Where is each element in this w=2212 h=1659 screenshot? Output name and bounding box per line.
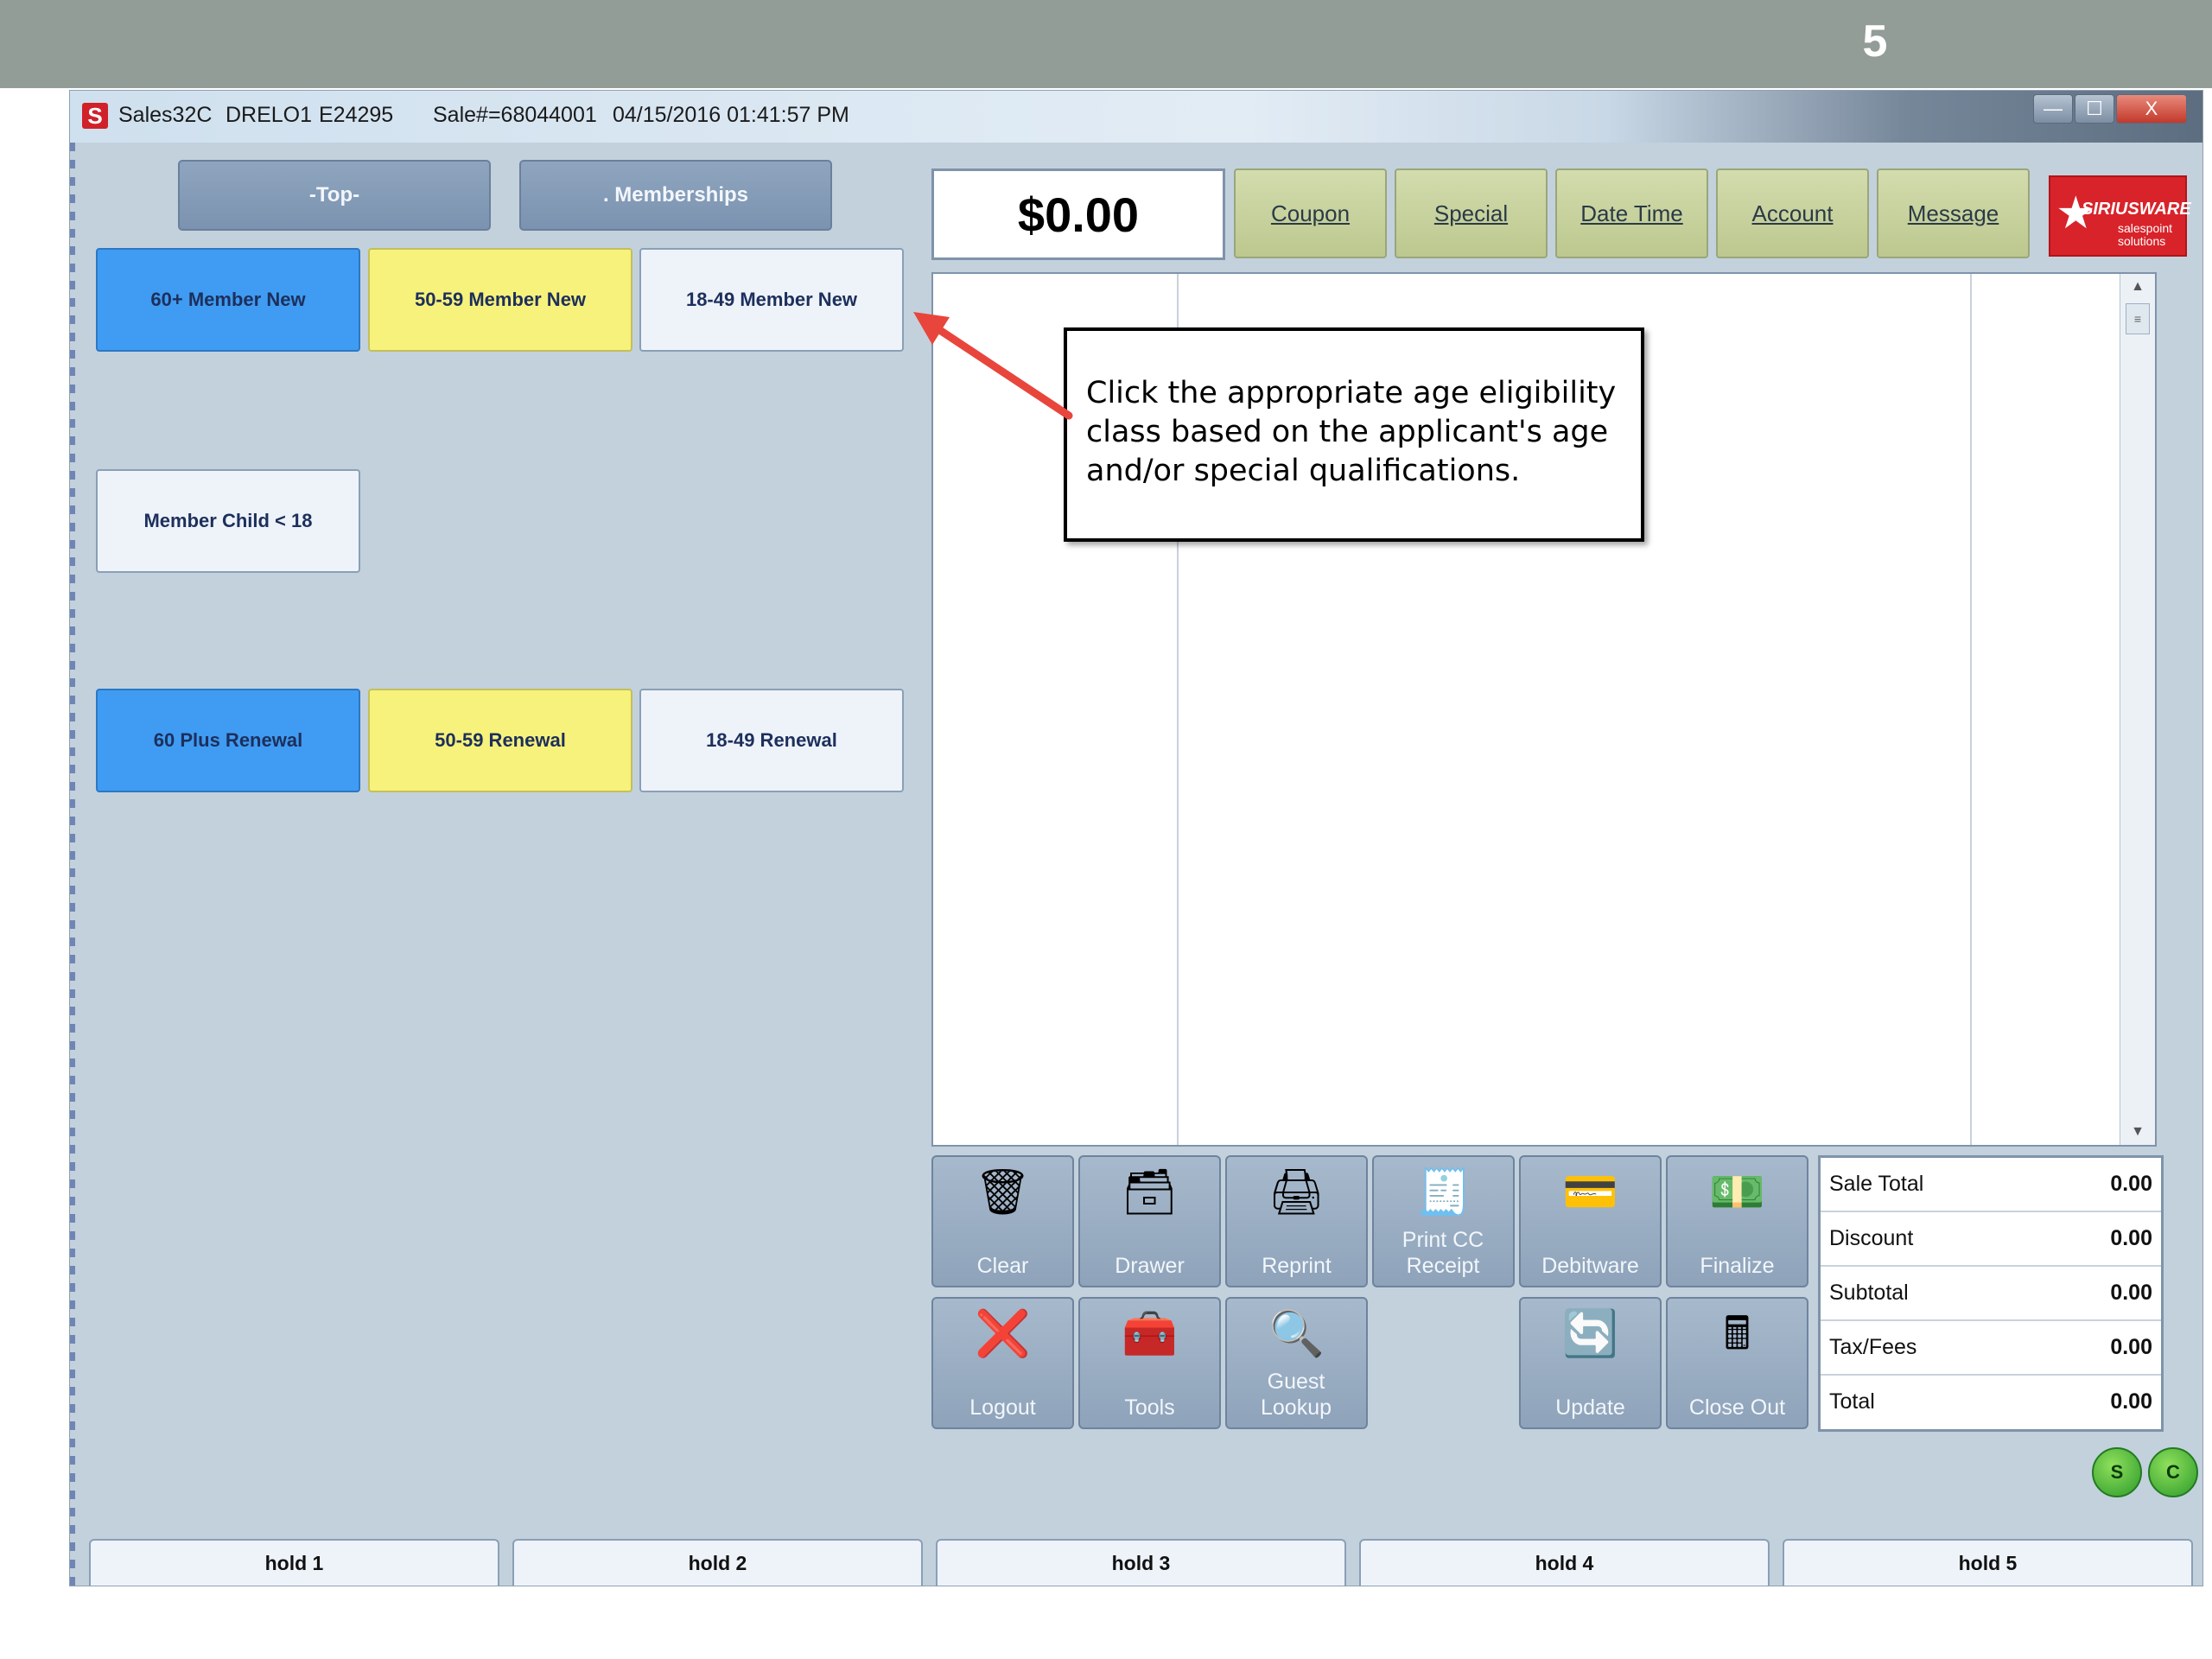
reprint-button[interactable]: 🖨 Reprint xyxy=(1225,1155,1368,1287)
finalize-label: Finalize xyxy=(1700,1254,1775,1278)
print-cc-receipt-label: Print CC Receipt xyxy=(1402,1228,1484,1278)
s-status-button[interactable]: S xyxy=(2092,1447,2142,1497)
account-button[interactable]: Account xyxy=(1716,168,1869,258)
update-label: Update xyxy=(1555,1395,1625,1420)
finalize-button[interactable]: 💵 Finalize xyxy=(1666,1155,1808,1287)
app-logo-icon: S xyxy=(82,103,108,129)
item-18-49-renewal[interactable]: 18-49 Renewal xyxy=(639,689,904,792)
logout-button[interactable]: ❌ Logout xyxy=(931,1297,1074,1429)
totals-row-discount: Discount 0.00 xyxy=(1821,1212,2161,1267)
hold-1-tab[interactable]: hold 1 xyxy=(89,1539,499,1586)
slide-number: 5 xyxy=(1862,16,1888,67)
toolbox-icon: 🧰 xyxy=(1122,1309,1178,1359)
date-time-button[interactable]: Date Time xyxy=(1555,168,1708,258)
scroll-thumb[interactable]: ≡ xyxy=(2126,303,2150,334)
scroll-up-arrow-icon[interactable]: ▲ xyxy=(2120,274,2155,300)
tools-label: Tools xyxy=(1124,1395,1175,1420)
totals-label: Tax/Fees xyxy=(1829,1335,1917,1359)
print-cc-receipt-button[interactable]: 🧾 Print CC Receipt xyxy=(1372,1155,1515,1287)
magnifier-icon: 🔍 xyxy=(1268,1309,1325,1359)
totals-row-total: Total 0.00 xyxy=(1821,1376,2161,1430)
sale-amount-display: $0.00 xyxy=(931,168,1225,260)
item-50-59-member-new[interactable]: 50-59 Member New xyxy=(368,248,632,352)
minimize-button[interactable]: — xyxy=(2033,94,2073,124)
logout-label: Logout xyxy=(969,1395,1036,1420)
totals-row-tax-fees: Tax/Fees 0.00 xyxy=(1821,1321,2161,1376)
hold-3-tab[interactable]: hold 3 xyxy=(936,1539,1346,1586)
totals-value: 0.00 xyxy=(2110,1172,2152,1196)
siriusware-logo: ★ SIRIUSWARE salespoint solutions xyxy=(2049,175,2191,257)
scroll-down-arrow-icon[interactable]: ▼ xyxy=(2120,1119,2155,1145)
hold-2-tab[interactable]: hold 2 xyxy=(512,1539,923,1586)
update-button[interactable]: 🔄 Update xyxy=(1519,1297,1662,1429)
coupon-button[interactable]: Coupon xyxy=(1234,168,1387,258)
close-button[interactable]: X xyxy=(2116,94,2187,124)
hold-4-tab[interactable]: hold 4 xyxy=(1359,1539,1770,1586)
item-60-member-new[interactable]: 60+ Member New xyxy=(96,248,360,352)
drawer-icon: 🗃 xyxy=(1121,1167,1179,1217)
drawer-button[interactable]: 🗃 Drawer xyxy=(1078,1155,1221,1287)
tools-button[interactable]: 🧰 Tools xyxy=(1078,1297,1221,1429)
clear-label: Clear xyxy=(976,1254,1029,1278)
totals-label: Sale Total xyxy=(1829,1172,1924,1196)
card-icon: 💳 xyxy=(1562,1167,1618,1217)
totals-panel: Sale Total 0.00 Discount 0.00 Subtotal 0… xyxy=(1818,1155,2164,1432)
c-status-button[interactable]: C xyxy=(2148,1447,2198,1497)
item-member-child[interactable]: Member Child < 18 xyxy=(96,469,360,573)
receipt-printer-icon: 🧾 xyxy=(1415,1167,1471,1217)
message-button[interactable]: Message xyxy=(1877,168,2030,258)
maximize-button[interactable]: ☐ xyxy=(2075,94,2114,124)
list-scrollbar[interactable]: ▲ ≡ ▼ xyxy=(2120,274,2155,1145)
totals-value: 0.00 xyxy=(2110,1226,2152,1250)
callout-arrow-icon xyxy=(913,312,1073,420)
totals-row-subtotal: Subtotal 0.00 xyxy=(1821,1267,2161,1321)
reprint-label: Reprint xyxy=(1262,1254,1332,1278)
totals-value: 0.00 xyxy=(2110,1281,2152,1305)
totals-label: Total xyxy=(1829,1389,1875,1414)
guest-lookup-label: Guest Lookup xyxy=(1260,1370,1332,1420)
debitware-label: Debitware xyxy=(1541,1254,1639,1278)
money-icon: 💵 xyxy=(1709,1167,1765,1217)
refresh-icon: 🔄 xyxy=(1562,1309,1618,1359)
title-bar: S Sales32C DRELO1 E24295 Sale#=68044001 … xyxy=(70,91,2202,143)
logo-brand-text: SIRIUSWARE xyxy=(2082,200,2191,219)
hold-5-tab[interactable]: hold 5 xyxy=(1783,1539,2193,1586)
close-icon: ❌ xyxy=(975,1309,1031,1359)
debitware-button[interactable]: 💳 Debitware xyxy=(1519,1155,1662,1287)
register-icon: 🖩 xyxy=(1723,1309,1751,1359)
guest-lookup-button[interactable]: 🔍 Guest Lookup xyxy=(1225,1297,1368,1429)
logo-tagline: salespoint solutions xyxy=(2118,221,2173,248)
trash-icon: 🗑 xyxy=(974,1167,1032,1217)
title-terminal: E24295 xyxy=(319,103,394,127)
special-button[interactable]: Special xyxy=(1395,168,1548,258)
clear-button[interactable]: 🗑 Clear xyxy=(931,1155,1074,1287)
close-out-label: Close Out xyxy=(1688,1395,1786,1420)
printer-icon: 🖨 xyxy=(1268,1167,1325,1217)
instruction-callout: Click the appropriate age eligibility cl… xyxy=(1064,327,1644,542)
totals-label: Subtotal xyxy=(1829,1281,1909,1305)
title-sale-number: Sale#=68044001 xyxy=(433,103,597,127)
item-50-59-renewal[interactable]: 50-59 Renewal xyxy=(368,689,632,792)
totals-label: Discount xyxy=(1829,1226,1914,1250)
close-out-button[interactable]: 🖩 Close Out xyxy=(1666,1297,1808,1429)
window-left-edge xyxy=(70,143,75,1586)
totals-value: 0.00 xyxy=(2110,1335,2152,1359)
sales-window: S Sales32C DRELO1 E24295 Sale#=68044001 … xyxy=(69,90,2203,1586)
list-column-divider xyxy=(1970,274,1972,1145)
nav-top-button[interactable]: -Top- xyxy=(178,160,491,231)
title-user: DRELO1 xyxy=(226,103,313,127)
item-60-plus-renewal[interactable]: 60 Plus Renewal xyxy=(96,689,360,792)
title-app-name: Sales32C xyxy=(118,103,213,127)
nav-memberships-button[interactable]: . Memberships xyxy=(519,160,832,231)
totals-value: 0.00 xyxy=(2110,1389,2152,1414)
totals-row-sale-total: Sale Total 0.00 xyxy=(1821,1158,2161,1212)
drawer-label: Drawer xyxy=(1115,1254,1185,1278)
item-18-49-member-new[interactable]: 18-49 Member New xyxy=(639,248,904,352)
title-datetime: 04/15/2016 01:41:57 PM xyxy=(613,103,849,127)
